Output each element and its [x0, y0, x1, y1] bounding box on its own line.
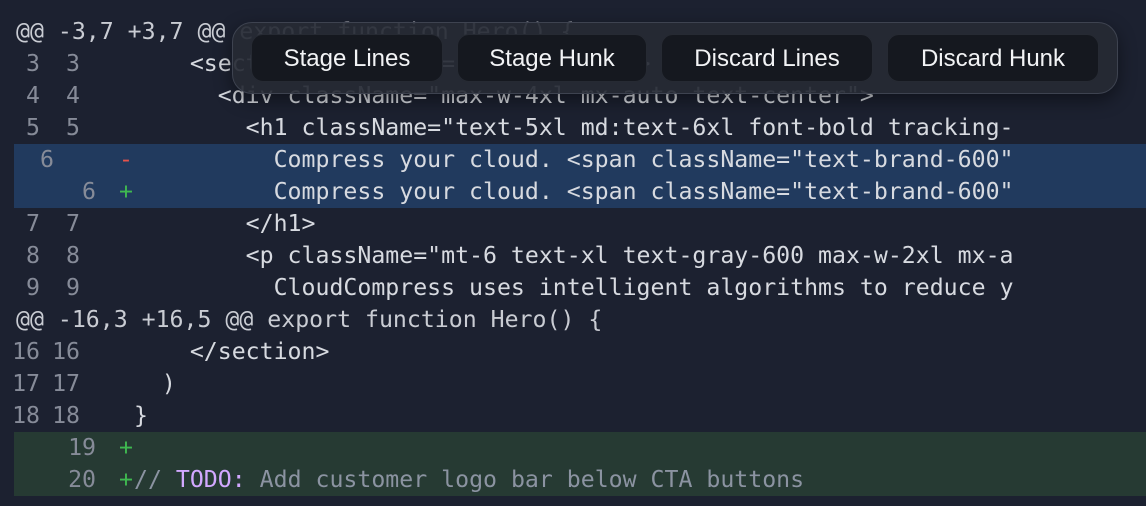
- old-line-number: 4: [26, 82, 40, 109]
- new-line-number: 18: [52, 402, 80, 429]
- line-code: CloudCompress uses intelligent algorithm…: [134, 274, 1014, 301]
- new-line-number: 9: [66, 274, 80, 301]
- diff-line[interactable]: 16 16 </section>: [0, 336, 1146, 368]
- comment-text: Add customer logo bar below CTA buttons: [245, 466, 805, 493]
- old-line-number: 18: [12, 402, 40, 429]
- hunk-actions-toolbar: Stage Lines Stage Hunk Discard Lines Dis…: [232, 22, 1118, 94]
- diff-line[interactable]: 5 5 <h1 className="text-5xl md:text-6xl …: [0, 112, 1146, 144]
- hunk-header-text: @@ -16,3 +16,5 @@ export function Hero()…: [16, 306, 603, 333]
- diff-line[interactable]: 9 9 CloudCompress uses intelligent algor…: [0, 272, 1146, 304]
- old-line-number: 5: [26, 114, 40, 141]
- line-code: Compress your cloud. <span className="te…: [134, 146, 1014, 173]
- hunk-header: @@ -16,3 +16,5 @@ export function Hero()…: [0, 304, 1146, 336]
- new-line-number: 4: [66, 82, 80, 109]
- added-sign: +: [119, 434, 133, 461]
- line-code: }: [134, 402, 148, 429]
- added-sign: +: [119, 466, 133, 493]
- new-line-number: 16: [52, 338, 80, 365]
- new-line-number: 6: [82, 178, 96, 205]
- new-line-number: 20: [68, 466, 96, 493]
- diff-line-added[interactable]: 20 + // TODO: Add customer logo bar belo…: [14, 464, 1146, 496]
- stage-lines-button[interactable]: Stage Lines: [251, 34, 443, 82]
- line-code: <h1 className="text-5xl md:text-6xl font…: [134, 114, 1014, 141]
- line-code: </h1>: [134, 210, 316, 237]
- old-line-number: 9: [26, 274, 40, 301]
- diff-line-added[interactable]: 19 +: [14, 432, 1146, 464]
- diff-line[interactable]: 8 8 <p className="mt-6 text-xl text-gray…: [0, 240, 1146, 272]
- diff-line[interactable]: 7 7 </h1>: [0, 208, 1146, 240]
- diff-line-removed-selected[interactable]: 6 - Compress your cloud. <span className…: [14, 144, 1146, 176]
- discard-lines-button[interactable]: Discard Lines: [661, 34, 873, 82]
- line-code: </section>: [134, 338, 330, 365]
- todo-keyword: TODO:: [175, 466, 246, 493]
- new-line-number: 5: [66, 114, 80, 141]
- old-line-number: 6: [40, 146, 54, 173]
- new-line-number: 17: [52, 370, 80, 397]
- diff-line[interactable]: 17 17 ): [0, 368, 1146, 400]
- old-line-number: 3: [26, 50, 40, 77]
- diff-line[interactable]: 18 18 }: [0, 400, 1146, 432]
- discard-hunk-button[interactable]: Discard Hunk: [887, 34, 1099, 82]
- old-line-number: 16: [12, 338, 40, 365]
- stage-hunk-button[interactable]: Stage Hunk: [457, 34, 647, 82]
- old-line-number: 8: [26, 242, 40, 269]
- line-code: <p className="mt-6 text-xl text-gray-600…: [134, 242, 1014, 269]
- line-code-todo: // TODO: Add customer logo bar below CTA…: [134, 464, 804, 496]
- new-line-number: 7: [66, 210, 80, 237]
- added-sign: +: [119, 178, 133, 205]
- diff-line-added-selected[interactable]: 6 + Compress your cloud. <span className…: [14, 176, 1146, 208]
- new-line-number: 3: [66, 50, 80, 77]
- comment-prefix: //: [134, 466, 176, 493]
- new-line-number: 8: [66, 242, 80, 269]
- new-line-number: 19: [68, 434, 96, 461]
- old-line-number: 17: [12, 370, 40, 397]
- removed-sign: -: [119, 146, 133, 173]
- old-line-number: 7: [26, 210, 40, 237]
- line-code: Compress your cloud. <span className="te…: [134, 178, 1014, 205]
- line-code: ): [134, 370, 176, 397]
